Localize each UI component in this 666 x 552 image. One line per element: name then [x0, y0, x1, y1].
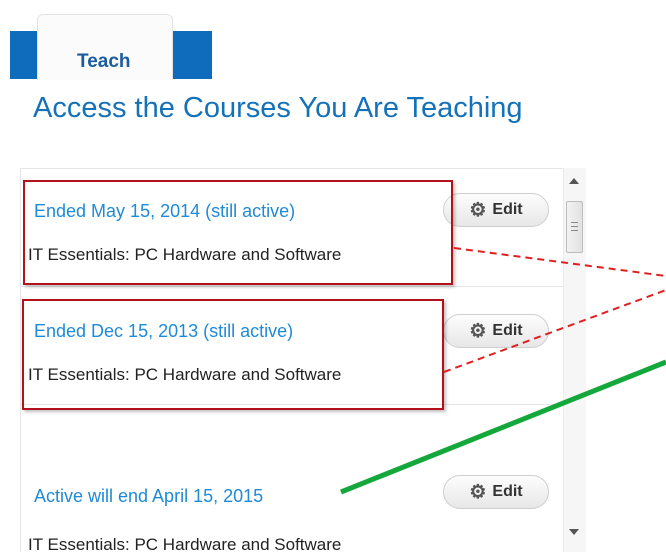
list-item: Ended May 15, 2014 (still active) IT Ess… — [21, 169, 575, 287]
course-list: Ended May 15, 2014 (still active) IT Ess… — [20, 168, 582, 552]
edit-button-label: Edit — [492, 322, 523, 339]
scroll-up-arrow-icon[interactable] — [569, 178, 579, 184]
thumb-grip-line — [571, 226, 578, 227]
thumb-grip-line — [571, 222, 578, 223]
course-status-link[interactable]: Ended May 15, 2014 (still active) — [34, 201, 295, 222]
gear-icon: ⚙ — [469, 481, 487, 503]
course-name: IT Essentials: PC Hardware and Software — [28, 365, 342, 384]
thumb-grip-line — [571, 230, 578, 231]
page-title: Access the Courses You Are Teaching — [33, 92, 523, 124]
edit-button-label: Edit — [492, 201, 523, 218]
tab-teach-label: Teach — [77, 51, 131, 72]
gear-icon: ⚙ — [469, 320, 487, 342]
scroll-thumb[interactable] — [566, 201, 583, 253]
edit-button-label: Edit — [492, 483, 523, 500]
course-name: IT Essentials: PC Hardware and Software — [28, 535, 342, 552]
course-status-link[interactable]: Active will end April 15, 2015 — [34, 486, 263, 507]
scrollbar[interactable] — [563, 168, 586, 552]
teach-courses-screen: Teach Access the Courses You Are Teachin… — [0, 0, 666, 552]
gear-icon: ⚙ — [469, 199, 487, 221]
list-item: Active will end April 15, 2015 IT Essent… — [21, 424, 575, 552]
course-status-link[interactable]: Ended Dec 15, 2013 (still active) — [34, 321, 293, 342]
course-name: IT Essentials: PC Hardware and Software — [28, 245, 342, 264]
scroll-down-arrow-icon[interactable] — [569, 529, 579, 535]
list-item: Ended Dec 15, 2013 (still active) IT Ess… — [21, 287, 575, 405]
edit-button[interactable]: ⚙ Edit — [443, 314, 549, 348]
edit-button[interactable]: ⚙ Edit — [443, 193, 549, 227]
edit-button[interactable]: ⚙ Edit — [443, 475, 549, 509]
tab-teach[interactable]: Teach — [37, 14, 173, 80]
